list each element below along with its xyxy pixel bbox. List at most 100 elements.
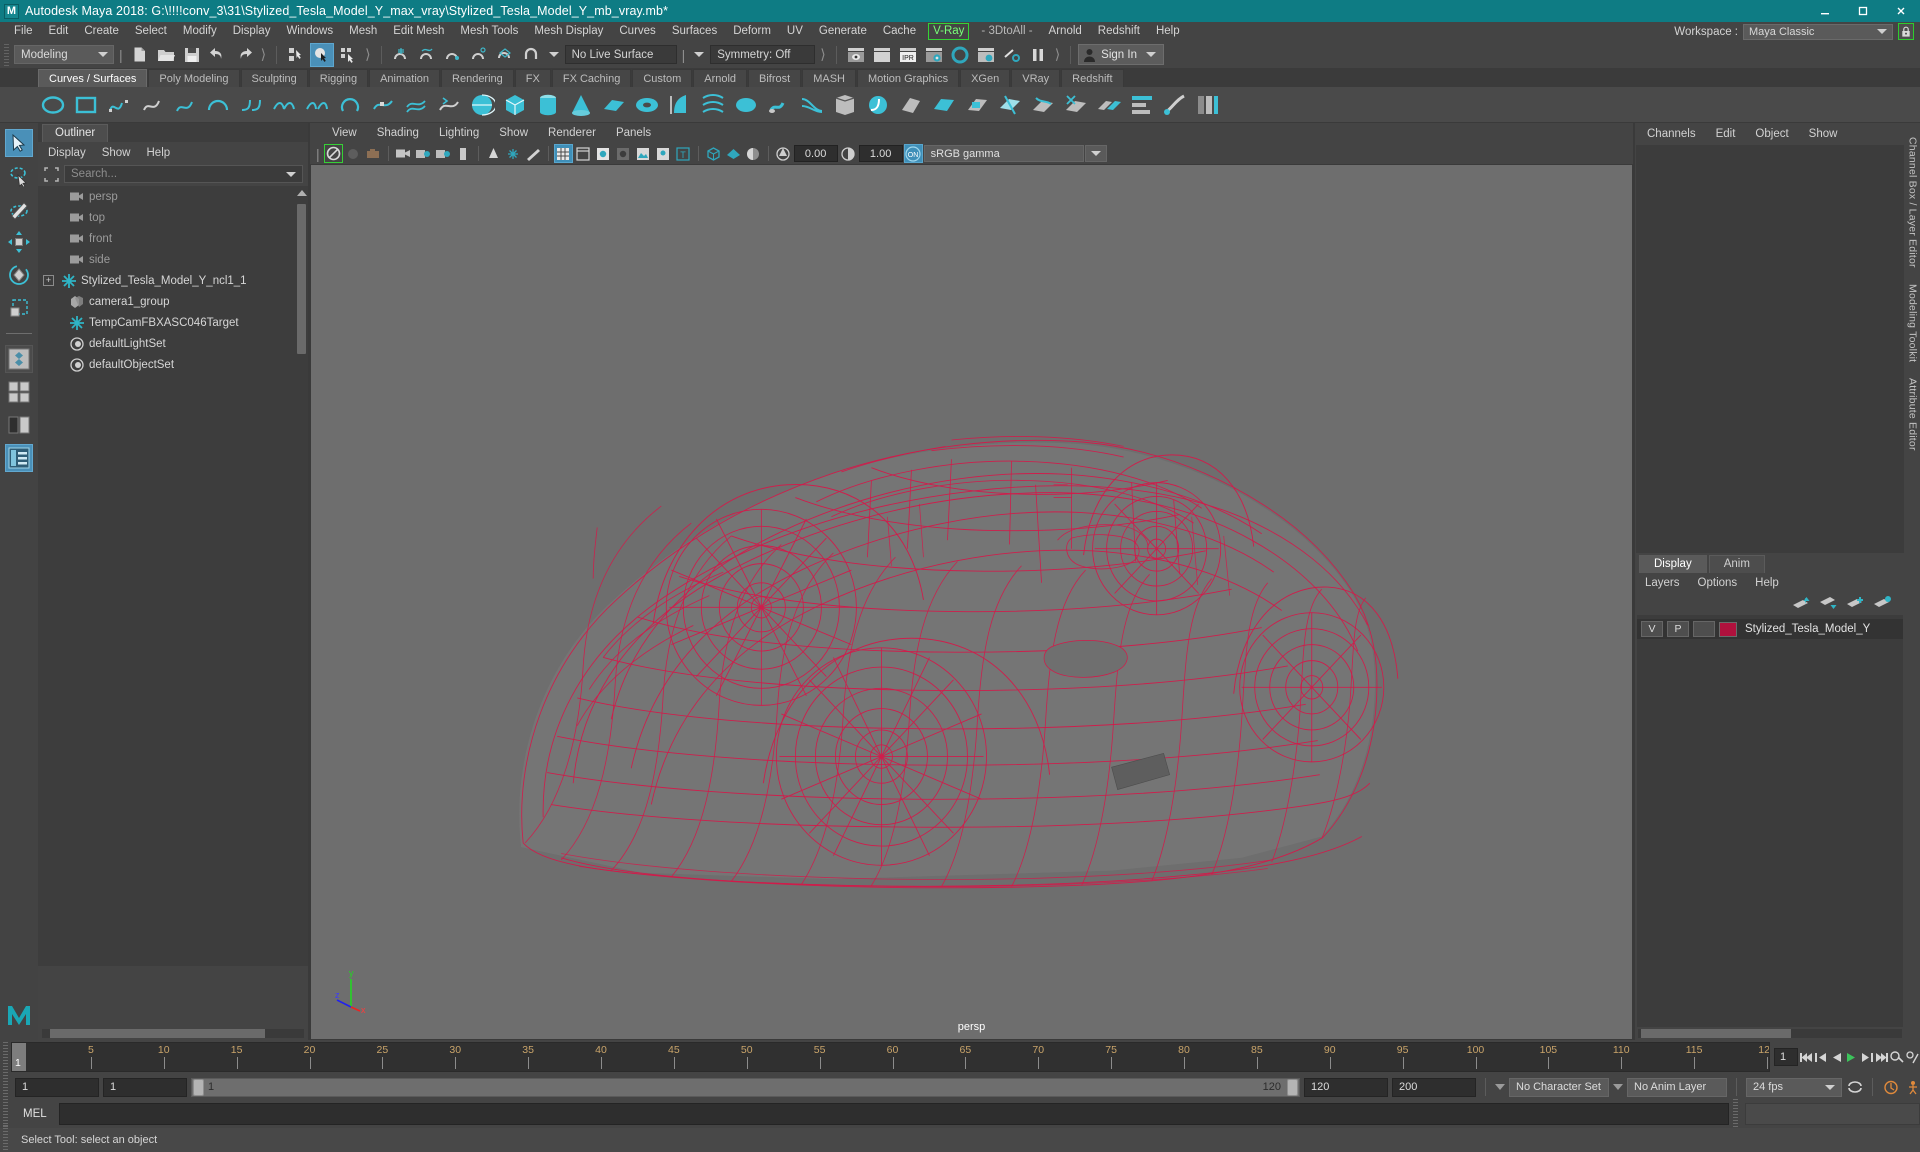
viewport-menu-show[interactable]: Show <box>489 127 538 139</box>
menu-arnold[interactable]: Arnold <box>1041 22 1090 41</box>
shelf-tab-curves-surfaces[interactable]: Curves / Surfaces <box>38 69 148 87</box>
layers-menu-help[interactable]: Help <box>1755 577 1779 589</box>
menu-select[interactable]: Select <box>127 22 175 41</box>
playback-end-field[interactable]: 120 <box>1304 1077 1388 1097</box>
auto-key-icon[interactable] <box>1890 1048 1904 1067</box>
project-curve-icon[interactable] <box>1028 90 1058 120</box>
layer-horizontal-scrollbar[interactable] <box>1635 1027 1905 1040</box>
save-scene-icon[interactable] <box>180 43 204 67</box>
paint-select-tool-icon[interactable] <box>5 195 33 223</box>
loop-playback-icon[interactable] <box>1846 1078 1863 1097</box>
smooth-shade-icon[interactable] <box>594 144 613 163</box>
character-preferences-icon[interactable] <box>1903 1078 1920 1097</box>
boundary-icon[interactable] <box>830 90 860 120</box>
shelf-tab-animation[interactable]: Animation <box>369 69 441 87</box>
commandline-grip2[interactable] <box>1733 1099 1738 1129</box>
list-item[interactable]: TempCamFBXASC046Target <box>38 312 308 333</box>
range-left-handle[interactable] <box>193 1078 204 1096</box>
nurbs-sphere-icon[interactable] <box>467 90 497 120</box>
go-to-end-icon[interactable] <box>1875 1048 1888 1067</box>
play-backwards-icon[interactable] <box>1830 1048 1843 1067</box>
shelf-tab-arnold[interactable]: Arnold <box>693 69 748 87</box>
tab-modeling-toolkit[interactable]: Modeling Toolkit <box>1907 276 1919 370</box>
lock-camera-icon[interactable] <box>344 144 363 163</box>
chevron-down-icon[interactable] <box>694 52 705 57</box>
shelf-tab-motion-graphics[interactable]: Motion Graphics <box>857 69 960 87</box>
layer-tab-anim[interactable]: Anim <box>1708 555 1765 573</box>
scale-tool-icon[interactable] <box>5 294 33 322</box>
menu-uv[interactable]: UV <box>779 22 811 41</box>
nurbs-cylinder-icon[interactable] <box>533 90 563 120</box>
animation-preferences-button[interactable] <box>1882 1078 1899 1097</box>
outliner-tree[interactable]: persp top front side + Stylized_Tesla_Mo… <box>38 186 308 966</box>
image-plane-icon[interactable] <box>414 144 433 163</box>
layers-menu-options[interactable]: Options <box>1698 577 1738 589</box>
channelbox-menu-object[interactable]: Object <box>1755 128 1788 140</box>
select-tool-icon[interactable] <box>5 129 33 157</box>
step-back-icon[interactable] <box>1815 1048 1828 1067</box>
shelf-tab-redshift[interactable]: Redshift <box>1061 69 1124 87</box>
viewport-menu-renderer[interactable]: Renderer <box>538 127 606 139</box>
menu-curves[interactable]: Curves <box>611 22 663 41</box>
revolve-icon[interactable] <box>665 90 695 120</box>
range-start-field[interactable]: 1 <box>15 1077 99 1097</box>
use-all-lights-icon[interactable] <box>654 144 673 163</box>
layer-state-toggle[interactable] <box>1693 621 1715 637</box>
scrollbar-track[interactable] <box>42 1028 304 1038</box>
anim-layer-dropdown[interactable]: No Anim Layer <box>1627 1077 1727 1097</box>
nurbs-square-icon[interactable] <box>71 90 101 120</box>
menu-windows[interactable]: Windows <box>278 22 341 41</box>
rangebar-grip[interactable] <box>3 1072 8 1102</box>
viewport-menu-shading[interactable]: Shading <box>367 127 429 139</box>
outliner-menu-show[interactable]: Show <box>102 147 131 159</box>
surface-editor-icon[interactable] <box>1193 90 1223 120</box>
attach-curves-icon[interactable] <box>269 90 299 120</box>
render-view-icon[interactable] <box>844 43 868 67</box>
symmetry-field[interactable]: Symmetry: Off <box>710 45 816 64</box>
hypershade-icon[interactable] <box>948 43 972 67</box>
viewport-menu-lighting[interactable]: Lighting <box>429 127 489 139</box>
two-pane-layout-icon[interactable] <box>5 378 33 406</box>
circular-fillet-icon[interactable] <box>863 90 893 120</box>
shelf-tab-mash[interactable]: MASH <box>802 69 856 87</box>
nurbs-circle-icon[interactable] <box>38 90 68 120</box>
menu-mesh[interactable]: Mesh <box>341 22 385 41</box>
go-to-start-icon[interactable] <box>1800 1048 1813 1067</box>
light-icon[interactable] <box>484 144 503 163</box>
channelbox-menu-edit[interactable]: Edit <box>1716 128 1736 140</box>
menu-edit-mesh[interactable]: Edit Mesh <box>385 22 452 41</box>
color-profile-dropdown[interactable]: sRGB gamma <box>923 145 1084 162</box>
menu-mesh-tools[interactable]: Mesh Tools <box>452 22 526 41</box>
workspace-dropdown[interactable]: Maya Classic <box>1743 23 1893 40</box>
redo-icon[interactable] <box>232 43 256 67</box>
viewport-menu-panels[interactable]: Panels <box>606 127 661 139</box>
menuset-dropdown[interactable]: Modeling <box>14 45 114 64</box>
magnet-icon[interactable] <box>519 43 543 67</box>
cv-curve-icon[interactable] <box>104 90 134 120</box>
new-layer-icon[interactable] <box>1874 596 1891 610</box>
pencil-curve-icon[interactable] <box>170 90 200 120</box>
channelbox-menu-show[interactable]: Show <box>1809 128 1838 140</box>
menu-file[interactable]: File <box>6 22 41 41</box>
helpline-grip[interactable] <box>3 1125 8 1152</box>
ambient-occlusion-icon[interactable] <box>524 144 543 163</box>
character-set-chevron-icon[interactable] <box>1495 1084 1505 1090</box>
rotate-tool-icon[interactable] <box>5 261 33 289</box>
shadows-icon[interactable] <box>504 144 523 163</box>
menu-edit[interactable]: Edit <box>41 22 77 41</box>
xray-shading-icon[interactable] <box>704 144 723 163</box>
scrollbar-track[interactable] <box>1638 1029 1902 1038</box>
nurbs-plane-icon[interactable] <box>599 90 629 120</box>
scrollbar-thumb[interactable] <box>297 204 306 354</box>
range-right-handle[interactable] <box>1287 1078 1298 1096</box>
list-item[interactable]: defaultLightSet <box>38 333 308 354</box>
attach-surfaces-icon[interactable] <box>1094 90 1124 120</box>
align-surfaces-icon[interactable] <box>1127 90 1157 120</box>
shelf-tab-custom[interactable]: Custom <box>632 69 693 87</box>
offset-curve-icon[interactable] <box>401 90 431 120</box>
command-language-label[interactable]: MEL <box>15 1108 55 1120</box>
undo-icon[interactable] <box>206 43 230 67</box>
minimize-icon[interactable] <box>1806 0 1844 22</box>
move-layer-down-icon[interactable] <box>1820 596 1837 610</box>
four-view-layout-icon[interactable] <box>5 345 33 373</box>
